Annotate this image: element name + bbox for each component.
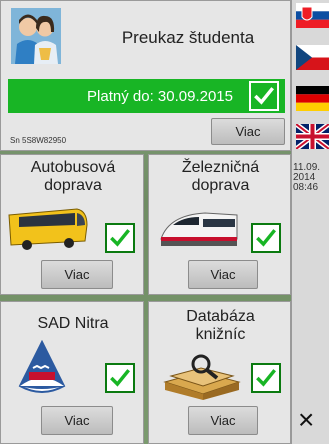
tile-title-line1: Autobusová [30,159,116,176]
slovakia-flag[interactable] [296,3,329,28]
czech-flag[interactable] [296,45,329,70]
tile-title-line1: Databáza [186,308,255,325]
sad-nitra-check-icon [105,363,135,393]
tile-title-line2: doprava [191,177,250,194]
valid-until-text: Platný do: 30.09.2015 [87,87,233,105]
main-panel: Preukaz študenta Platný do: 30.09.2015 S… [0,0,291,444]
tile-bus-transport: Autobusová doprava Viac [0,154,144,295]
sad-nitra-logo [15,339,69,394]
header-more-button[interactable]: Viac [211,118,285,145]
tile-library-database: Databáza knižníc Viac [148,301,291,444]
valid-check-icon [249,81,279,111]
books-icon [161,352,243,400]
date-time-display: 11.09. 2014 08:46 [293,163,320,193]
tile-title-line2: knižníc [195,326,246,343]
library-check-icon [251,363,281,393]
train-check-icon [251,223,281,253]
students-avatar-icon [11,8,61,64]
language-sidebar: 11.09. 2014 08:46 × [291,0,329,444]
student-card-header: Preukaz študenta Platný do: 30.09.2015 S… [0,0,291,151]
tile-title-line2: doprava [44,177,102,194]
train-more-button[interactable]: Viac [188,260,258,289]
sad-nitra-more-button[interactable]: Viac [41,406,113,435]
germany-flag[interactable] [296,86,329,111]
time-text: 08:46 [293,182,319,193]
page-title: Preukaz študenta [121,28,255,47]
library-more-button[interactable]: Viac [188,406,258,435]
validity-banner: Platný do: 30.09.2015 [8,79,285,113]
close-icon[interactable]: × [298,405,326,435]
serial-number: Sn 5S8W82950 [10,136,67,145]
tile-title-line1: Železničná [181,159,260,176]
bus-more-button[interactable]: Viac [41,260,113,289]
tile-sad-nitra: SAD Nitra Viac [0,301,144,444]
tile-rail-transport: Železničná doprava Viac [148,154,291,295]
tile-title-line1: SAD Nitra [37,315,109,332]
uk-flag[interactable] [294,122,329,151]
train-icon [159,205,239,251]
bus-icon [5,205,89,251]
bus-check-icon [105,223,135,253]
